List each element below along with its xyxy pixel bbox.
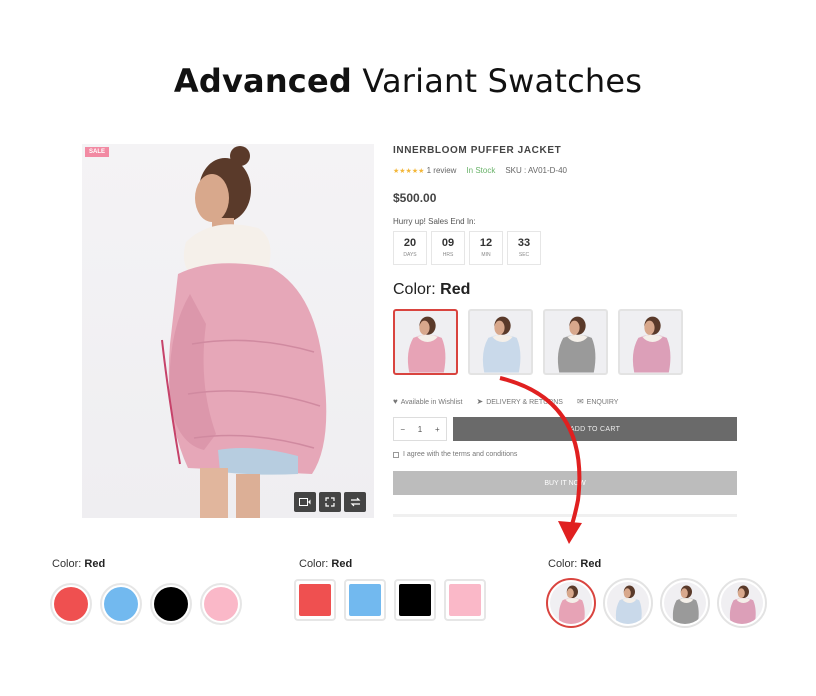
countdown-hours: 09 HRS <box>431 231 465 265</box>
group-label: Color: <box>52 558 82 570</box>
color-value: Red <box>440 281 471 298</box>
countdown-number: 20 <box>403 237 417 249</box>
circle-color-swatches <box>50 583 250 625</box>
image-swatch-label: Color: Red <box>548 558 601 570</box>
qty-value[interactable]: 1 <box>418 425 422 434</box>
group-value: Red <box>84 558 106 570</box>
countdown-number: 12 <box>479 237 493 249</box>
color-swatch-circle[interactable] <box>150 583 192 625</box>
color-swatch-circle[interactable] <box>50 583 92 625</box>
headline-light: Variant Swatches <box>362 62 643 100</box>
terms-agreement[interactable]: I agree with the terms and conditions <box>393 451 517 458</box>
color-swatch-square[interactable] <box>344 579 386 621</box>
countdown-label: MIN <box>481 252 491 258</box>
variant-thumb[interactable] <box>468 309 533 375</box>
rating-stars: ★★★★★ <box>393 168 425 175</box>
terms-checkbox[interactable] <box>393 451 399 458</box>
product-price: $500.00 <box>393 191 437 205</box>
image-swatch-circle[interactable] <box>717 578 767 628</box>
product-title: INNERBLOOM PUFFER JACKET <box>393 145 562 156</box>
add-to-cart-button[interactable]: ADD TO CART <box>453 417 737 441</box>
headline-bold: Advanced <box>173 62 352 100</box>
qty-minus-button[interactable]: − <box>400 425 405 434</box>
image-swatch-circle[interactable] <box>603 578 653 628</box>
variant-thumb[interactable] <box>393 309 458 375</box>
mail-icon: ✉ <box>576 397 584 406</box>
countdown-label: HRS <box>442 252 454 258</box>
variant-thumb[interactable] <box>543 309 608 375</box>
review-count[interactable]: 1 review <box>427 166 457 175</box>
wishlist-link[interactable]: ♥ Available in Wishlist <box>393 397 462 406</box>
enquiry-link[interactable]: ✉ ENQUIRY <box>577 397 618 406</box>
countdown-timer: 20 DAYS 09 HRS 12 MIN 33 SEC <box>393 231 541 265</box>
color-swatch-square[interactable] <box>294 579 336 621</box>
send-icon: ➤ <box>476 397 484 406</box>
countdown-days: 20 DAYS <box>393 231 427 265</box>
group-value: Red <box>331 558 353 570</box>
divider <box>393 514 737 517</box>
delivery-label: DELIVERY & RETURNS <box>486 399 563 406</box>
wishlist-label: Available in Wishlist <box>400 399 463 406</box>
qty-plus-button[interactable]: + <box>435 425 440 434</box>
countdown-number: 33 <box>517 237 531 249</box>
video-icon[interactable] <box>294 492 316 512</box>
model-photo <box>161 146 327 518</box>
countdown-number: 09 <box>441 237 455 249</box>
enquiry-label: ENQUIRY <box>586 399 619 406</box>
group-label: Color: <box>548 558 578 570</box>
image-swatch-circle[interactable] <box>660 578 710 628</box>
product-actions: ♥ Available in Wishlist ➤ DELIVERY & RETUR… <box>393 397 618 406</box>
color-swatch-circle[interactable] <box>100 583 142 625</box>
image-circle-swatches <box>546 578 774 628</box>
color-swatch-square[interactable] <box>444 579 486 621</box>
countdown-seconds: 33 SEC <box>507 231 541 265</box>
sku-label: SKU : AV01-D-40 <box>505 166 567 175</box>
square-color-swatches <box>294 579 494 621</box>
product-image[interactable]: SALE <box>82 144 374 518</box>
color-swatch-circle[interactable] <box>200 583 242 625</box>
circle-swatch-label: Color: Red <box>52 558 105 570</box>
terms-label: I agree with the terms and conditions <box>403 451 518 458</box>
stock-status: In Stock <box>466 166 496 175</box>
square-swatch-label: Color: Red <box>299 558 352 570</box>
color-option-title: Color: Red <box>393 281 470 299</box>
countdown-heading: Hurry up! Sales End In: <box>393 217 476 226</box>
heart-icon: ♥ <box>393 397 398 406</box>
sale-badge: SALE <box>85 147 110 157</box>
delivery-link[interactable]: ➤ DELIVERY & RETURNS <box>476 397 562 406</box>
color-label: Color: <box>393 281 436 298</box>
color-swatch-square[interactable] <box>394 579 436 621</box>
product-meta: ★★★★★ 1 review In Stock SKU : AV01-D-40 <box>393 166 567 175</box>
buy-now-button[interactable]: BUY IT NOW <box>393 471 737 495</box>
variant-image-swatches <box>393 309 683 375</box>
group-value: Red <box>580 558 602 570</box>
image-swatch-circle[interactable] <box>546 578 596 628</box>
countdown-minutes: 12 MIN <box>469 231 503 265</box>
compare-icon[interactable] <box>344 492 366 512</box>
group-label: Color: <box>299 558 329 570</box>
photo-controls <box>294 492 366 512</box>
quantity-stepper: − 1 + <box>393 417 447 441</box>
countdown-label: SEC <box>518 252 530 258</box>
expand-icon[interactable] <box>319 492 341 512</box>
countdown-label: DAYS <box>403 252 417 258</box>
page-headline: Advanced Variant Swatches <box>0 62 816 100</box>
variant-thumb[interactable] <box>618 309 683 375</box>
